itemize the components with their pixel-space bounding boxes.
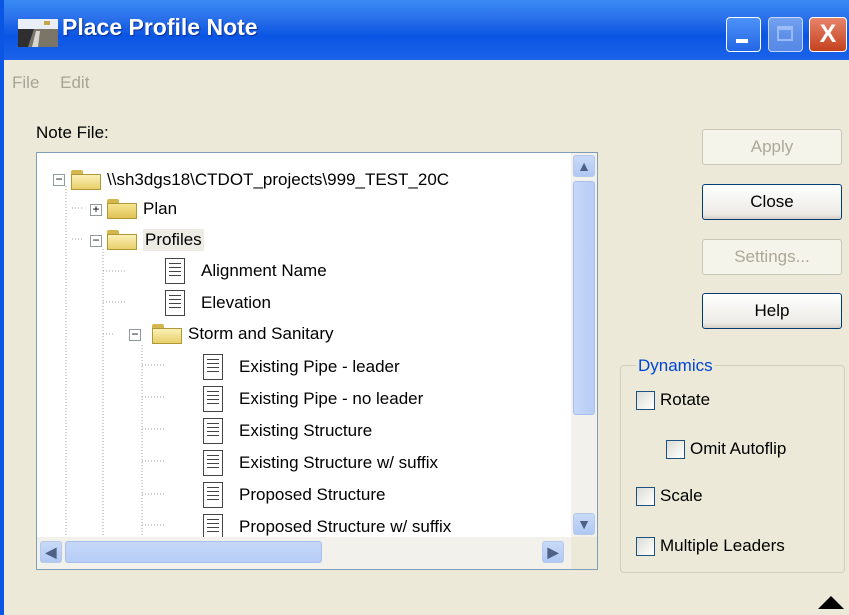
scroll-up-button[interactable]: ▲ — [573, 155, 595, 177]
settings-button[interactable]: Settings... — [702, 239, 842, 275]
tree-item-label: \\sh3dgs18\CTDOT_projects\999_TEST_20C — [107, 170, 450, 189]
collapse-toggle[interactable]: − — [53, 173, 65, 186]
chevron-right-icon: ▶ — [547, 544, 559, 560]
menu-edit[interactable]: Edit — [60, 73, 89, 92]
minimize-button[interactable] — [726, 17, 761, 52]
tree-item-profiles[interactable]: Profiles — [107, 225, 204, 255]
omit-autoflip-label: Omit Autoflip — [690, 439, 787, 458]
menu-file[interactable]: File — [12, 73, 39, 92]
tree-item-label: Storm and Sanitary — [188, 324, 334, 343]
title-bar[interactable]: Place Profile Note X — [4, 0, 849, 60]
tree-item-label: Existing Structure w/ suffix — [239, 453, 439, 472]
scroll-right-button[interactable]: ▶ — [542, 541, 564, 563]
maximize-button — [768, 17, 803, 52]
document-icon — [203, 354, 223, 380]
scrollbar-corner — [571, 537, 597, 569]
close-button[interactable]: Close — [702, 184, 842, 220]
folder-open-icon — [71, 170, 101, 190]
note-file-label: Note File: — [36, 123, 109, 142]
close-window-button[interactable]: X — [809, 17, 847, 52]
multiple-leaders-label: Multiple Leaders — [660, 536, 785, 555]
close-icon: X — [819, 20, 837, 48]
help-button[interactable]: Help — [702, 293, 842, 329]
tree-item-root[interactable]: \\sh3dgs18\CTDOT_projects\999_TEST_20C — [71, 165, 449, 195]
window-title: Place Profile Note — [62, 14, 258, 40]
tree-item-label: Elevation — [201, 293, 271, 312]
document-icon — [203, 450, 223, 476]
folder-open-icon — [107, 230, 137, 250]
tree-item-label: Profiles — [143, 229, 204, 251]
dialog-window: Place Profile Note X File Edit Note File… — [0, 0, 849, 615]
tree-item-existing-structure-suffix[interactable]: Existing Structure w/ suffix — [203, 448, 438, 478]
document-icon — [165, 258, 185, 284]
omit-autoflip-checkbox[interactable] — [666, 439, 685, 459]
scale-option[interactable]: Scale — [636, 486, 703, 506]
tree-item-existing-structure[interactable]: Existing Structure — [203, 416, 372, 446]
note-file-tree[interactable]: − \\sh3dgs18\CTDOT_projects\999_TEST_20C… — [36, 152, 598, 570]
tree-item-label: Proposed Structure — [239, 485, 386, 504]
rotate-checkbox[interactable] — [636, 390, 655, 410]
rotate-label: Rotate — [660, 390, 711, 409]
multiple-leaders-checkbox[interactable] — [636, 536, 655, 556]
tree-item-storm-and-sanitary[interactable]: Storm and Sanitary — [152, 319, 334, 349]
tree-item-label: Existing Pipe - no leader — [239, 389, 424, 408]
tree-item-elevation[interactable]: Elevation — [165, 288, 271, 318]
scale-checkbox[interactable] — [636, 486, 655, 506]
apply-button[interactable]: Apply — [702, 129, 842, 165]
collapse-toggle[interactable]: − — [129, 328, 141, 341]
tree-item-label: Proposed Structure w/ suffix — [239, 517, 452, 536]
tree-item-label: Plan — [143, 199, 178, 218]
document-icon — [165, 290, 185, 316]
scroll-left-button[interactable]: ◀ — [40, 541, 62, 563]
document-icon — [203, 482, 223, 508]
dynamics-legend: Dynamics — [636, 356, 715, 376]
tree-item-label: Existing Pipe - leader — [239, 357, 400, 376]
vertical-scroll-thumb[interactable] — [573, 181, 595, 415]
document-icon — [203, 418, 223, 444]
scale-label: Scale — [660, 486, 703, 505]
expand-toggle[interactable]: + — [90, 203, 102, 216]
horizontal-scrollbar[interactable]: ◀ ▶ — [37, 537, 571, 569]
tree-item-label: Alignment Name — [201, 261, 327, 280]
chevron-up-icon: ▲ — [577, 158, 591, 174]
menu-bar: File Edit — [12, 73, 105, 93]
vertical-scrollbar[interactable]: ▲ ▼ — [571, 153, 597, 537]
tree-item-label: Existing Structure — [239, 421, 373, 440]
collapse-toggle[interactable]: − — [90, 234, 102, 247]
horizontal-scroll-thumb[interactable] — [65, 541, 322, 563]
expand-triangle-icon[interactable] — [818, 596, 844, 609]
chevron-left-icon: ◀ — [45, 544, 57, 560]
app-logo-icon — [18, 19, 58, 47]
folder-open-icon — [152, 324, 182, 344]
scroll-down-button[interactable]: ▼ — [573, 513, 595, 535]
tree-item-existing-pipe-leader[interactable]: Existing Pipe - leader — [203, 352, 400, 382]
chevron-down-icon: ▼ — [577, 516, 591, 532]
document-icon — [203, 386, 223, 412]
folder-icon — [107, 199, 137, 219]
multiple-leaders-option[interactable]: Multiple Leaders — [636, 536, 785, 556]
tree-item-alignment-name[interactable]: Alignment Name — [165, 256, 327, 286]
omit-autoflip-option[interactable]: Omit Autoflip — [666, 439, 786, 459]
tree-item-existing-pipe-no-leader[interactable]: Existing Pipe - no leader — [203, 384, 423, 414]
tree-item-plan[interactable]: Plan — [107, 194, 177, 224]
rotate-option[interactable]: Rotate — [636, 390, 710, 410]
tree-item-proposed-structure[interactable]: Proposed Structure — [203, 480, 385, 510]
